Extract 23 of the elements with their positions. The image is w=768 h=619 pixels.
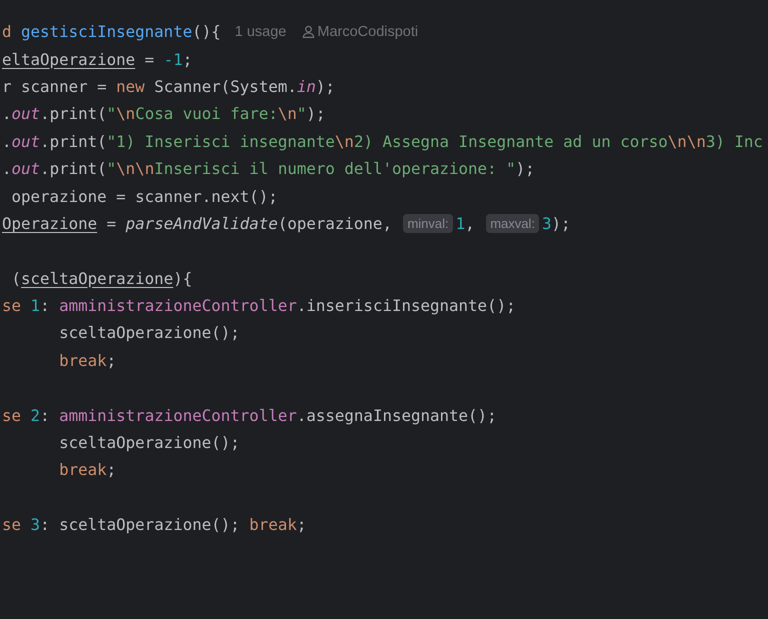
code-text: se 3: sceltaOperazione(); break; bbox=[2, 515, 306, 534]
code-text: .out.print("\n\nInserisci il numero dell'operazione: "); bbox=[2, 159, 535, 178]
code-text: Operazione = parseAndValidate(operazione, bbox=[2, 214, 393, 233]
code-text: .out.print("\nCosa vuoi fare:\n"); bbox=[2, 104, 326, 124]
code-text: break; bbox=[58, 350, 116, 370]
code-text: .out.print("1) Inserisci insegnante\n2) Assegna Insegnante ad un corso\n\n3) Inc bbox=[2, 132, 763, 151]
usage-count[interactable]: 1 usage bbox=[234, 24, 286, 40]
code-text: se 1: amministrazioneController.inserisciInsegnante(); bbox=[2, 296, 516, 316]
code-text: 3); bbox=[542, 214, 571, 233]
code-text: operazione = scanner.next(); bbox=[10, 186, 278, 206]
parameter-hint: minval: bbox=[403, 214, 453, 233]
code-text: r scanner = new Scanner(System.in); bbox=[2, 76, 335, 96]
code-text: (sceltaOperazione){ bbox=[10, 268, 192, 288]
code-text: se 2: amministrazioneController.assegnaInsegnante(); bbox=[2, 406, 497, 425]
code-text: break; bbox=[58, 460, 116, 480]
person-icon bbox=[302, 25, 316, 38]
code-text: sceltaOperazione(); bbox=[58, 323, 240, 342]
author-name[interactable]: MarcoCodispoti bbox=[317, 24, 418, 40]
code-text: sceltaOperazione(); bbox=[58, 433, 240, 452]
parameter-hint: maxval: bbox=[486, 214, 539, 233]
code-text: eltaOperazione = -1; bbox=[2, 50, 192, 69]
code-text: 1, bbox=[456, 214, 476, 233]
code-text: d gestisciInsegnante(){ bbox=[2, 22, 221, 42]
